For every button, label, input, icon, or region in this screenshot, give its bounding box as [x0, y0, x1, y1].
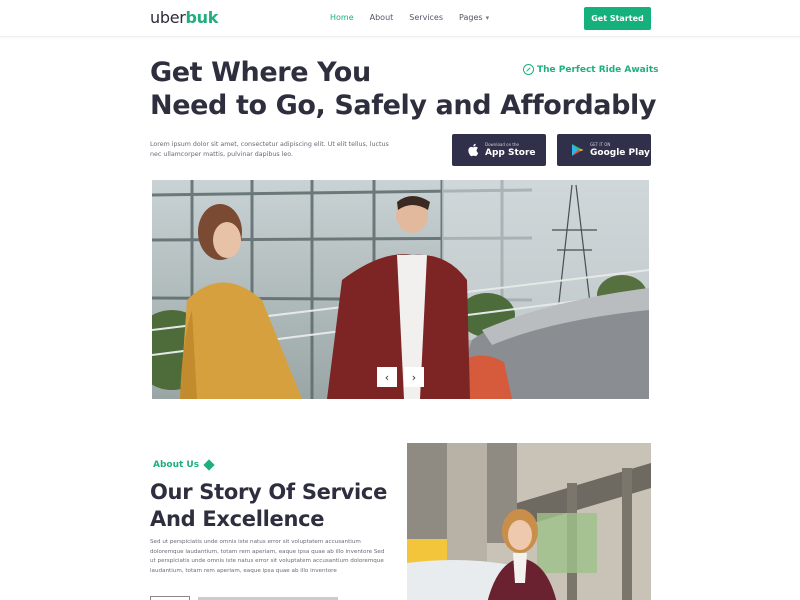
site-header: uberbuk Home About Services Pages ▾ Get …: [0, 0, 800, 37]
app-store-labels: Download on the App Store: [485, 142, 536, 159]
hero-tagline-text: The Perfect Ride Awaits: [537, 64, 659, 75]
about-bottom-element: [150, 596, 190, 600]
hero-tagline: The Perfect Ride Awaits: [523, 64, 659, 75]
about-body: Sed ut perspiciatis unde omnis iste natu…: [150, 539, 385, 574]
nav-item-home[interactable]: Home: [330, 13, 354, 22]
nav-item-about[interactable]: About: [370, 13, 394, 22]
about-title-line-1: Our Story Of Service: [150, 480, 388, 504]
hero-image: ‹ ›: [152, 180, 649, 399]
get-started-button[interactable]: Get Started: [584, 7, 651, 30]
logo[interactable]: uberbuk: [150, 8, 218, 27]
hero-title-line-2: Need to Go, Safely and Affordably: [150, 90, 657, 121]
about-label-text: About Us: [153, 460, 200, 470]
hero-photo-illustration: [152, 180, 649, 399]
hero-description: Lorem ipsum dolor sit amet, consectetur …: [150, 141, 389, 158]
apple-icon: [465, 143, 479, 157]
google-play-button[interactable]: GET IT ON Google Play: [557, 134, 651, 166]
chevron-down-icon: ▾: [485, 13, 490, 22]
nav-item-services[interactable]: Services: [409, 13, 443, 22]
carousel-prev-button[interactable]: ‹: [377, 367, 397, 387]
about-title-line-2: And Excellence: [150, 507, 325, 531]
google-play-big-text: Google Play: [590, 147, 650, 158]
google-play-labels: GET IT ON Google Play: [590, 142, 650, 159]
app-store-button[interactable]: Download on the App Store: [452, 134, 546, 166]
google-play-icon: [570, 143, 584, 157]
nav-item-pages[interactable]: Pages ▾: [459, 13, 489, 22]
logo-text-accent: buk: [185, 8, 219, 27]
compass-icon: [523, 64, 534, 75]
about-section-label: About Us: [153, 459, 215, 471]
about-title: Our Story Of Service And Excellence: [150, 479, 410, 533]
nav-item-pages-label: Pages: [459, 13, 483, 22]
logo-text-start: uber: [150, 8, 186, 27]
about-photo-illustration: [407, 443, 651, 600]
main-nav: Home About Services Pages ▾: [330, 13, 505, 22]
app-store-big-text: App Store: [485, 147, 536, 158]
carousel-next-button[interactable]: ›: [404, 367, 424, 387]
about-image: [407, 443, 651, 600]
diamond-icon: [203, 459, 215, 471]
